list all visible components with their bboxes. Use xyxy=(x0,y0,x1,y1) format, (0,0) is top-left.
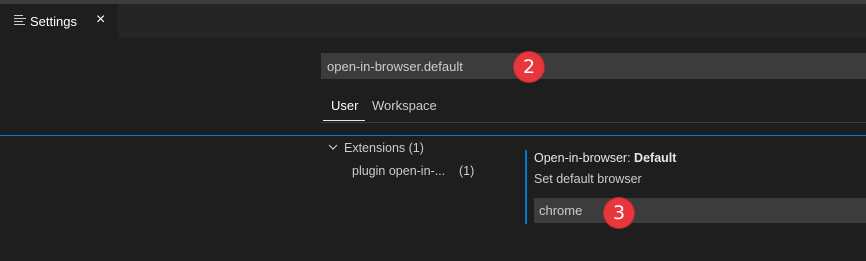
setting-title: Open-in-browser: Default xyxy=(534,151,676,165)
setting-category: Open-in-browser: xyxy=(534,151,635,165)
focus-divider xyxy=(0,135,866,136)
settings-list-icon xyxy=(14,15,26,27)
toc-item-extensions[interactable]: Extensions (1) xyxy=(327,141,447,157)
setting-name: Default xyxy=(634,151,677,165)
tab-user[interactable]: User xyxy=(323,98,365,121)
toc-plugin-count: (1) xyxy=(459,164,475,178)
tab-settings[interactable]: Settings × xyxy=(0,4,118,38)
settings-search-box[interactable] xyxy=(321,53,866,79)
settings-search-input[interactable] xyxy=(327,56,827,76)
setting-value-box[interactable] xyxy=(534,198,866,223)
toc-extensions-count: (1) xyxy=(408,141,424,155)
tab-settings-label: Settings xyxy=(30,14,77,29)
annotation-badge-search: 2 xyxy=(514,52,544,82)
toc-plugin-label: plugin open-in-... xyxy=(352,164,446,178)
annotation-badge-value: 3 xyxy=(604,198,634,228)
editor-tab-bar: Settings × xyxy=(0,0,866,38)
toc-extensions-label: Extensions (1) xyxy=(344,141,424,155)
tab-workspace[interactable]: Workspace xyxy=(372,98,437,120)
setting-value-input[interactable] xyxy=(539,201,839,220)
setting-description: Set default browser xyxy=(534,172,642,186)
divider xyxy=(321,122,866,123)
close-icon[interactable]: × xyxy=(96,11,105,29)
tab-user-label: User xyxy=(331,98,359,113)
chevron-down-icon xyxy=(328,144,338,150)
active-tab-indicator xyxy=(323,120,365,121)
setting-focus-indicator xyxy=(525,150,527,224)
